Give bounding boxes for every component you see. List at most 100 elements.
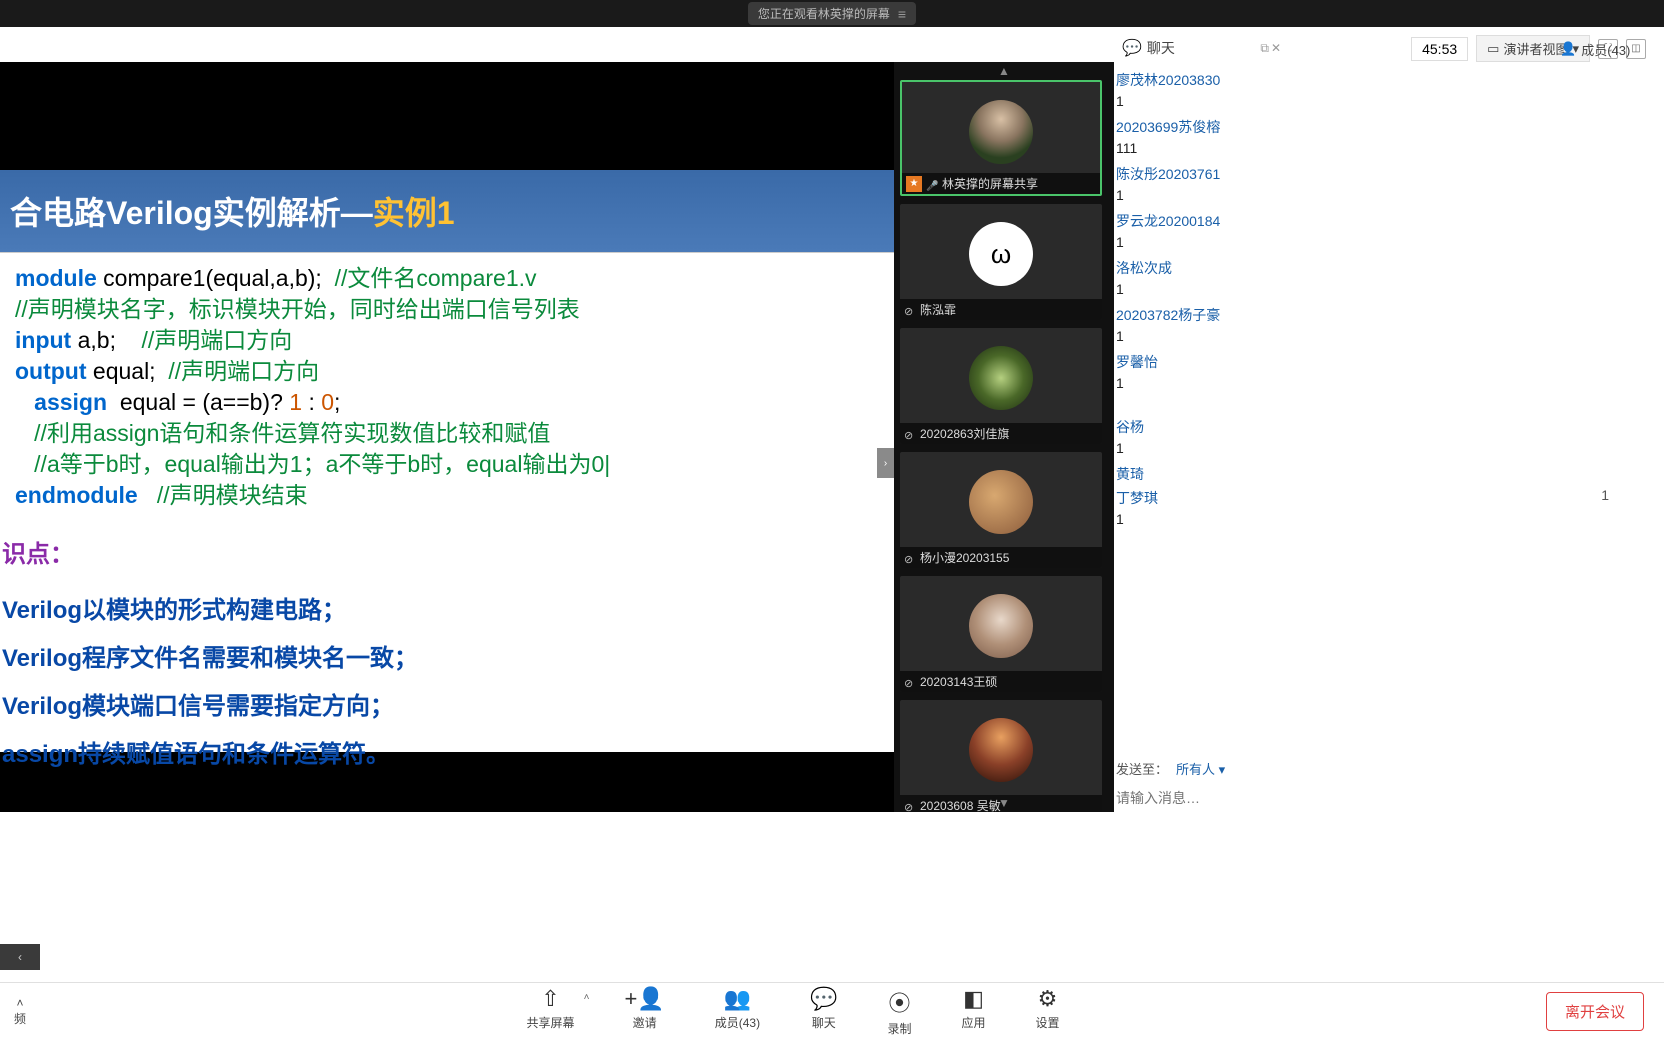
- avatar: [969, 718, 1033, 782]
- chat-tab-label: 聊天: [1147, 38, 1175, 58]
- avatar: [969, 470, 1033, 534]
- slide-title: 合电路Verilog实例解析—实例1: [0, 170, 894, 252]
- chat-sender: 廖茂林20203830: [1114, 68, 1646, 92]
- chat-sender: 洛松次成: [1114, 256, 1646, 280]
- toolbar-invite-button[interactable]: +👤邀请: [624, 986, 664, 1037]
- apps-icon: ◧: [963, 986, 984, 1012]
- chat-message: 1: [1114, 374, 1646, 397]
- page-nav-prev[interactable]: ‹: [0, 944, 40, 970]
- participant-name: 林英撑的屏幕共享: [942, 175, 1038, 192]
- chat-sender: 陈汝彤20203761: [1114, 162, 1646, 186]
- host-badge-icon: ★: [906, 176, 922, 192]
- chat-message: 111: [1114, 139, 1646, 162]
- chat-message: 1: [1114, 327, 1646, 350]
- chat-message: 1: [1599, 486, 1611, 509]
- share-icon: ⇧: [541, 986, 559, 1012]
- shared-screen-area: 合电路Verilog实例解析—实例1 module compare1(equal…: [0, 62, 894, 812]
- knowledge-points: 识点： Verilog以模块的形式构建电路； Verilog程序文件名需要和模块…: [0, 521, 894, 789]
- chat-input[interactable]: [1114, 784, 1646, 812]
- top-bar: 您正在观看林英撑的屏幕 ≡: [0, 0, 1664, 27]
- gear-icon: ⚙: [1038, 986, 1058, 1012]
- chat-message: 1: [1114, 280, 1646, 303]
- tile-label: ★ 林英撑的屏幕共享: [902, 173, 1100, 194]
- video-tile[interactable]: 20202863刘佳旗: [900, 328, 1102, 444]
- mic-on-icon: [926, 178, 938, 190]
- participant-name: 20203608 吴敏: [920, 797, 1001, 812]
- chat-message: 1: [1114, 92, 1646, 115]
- toolbar-record-button[interactable]: ⦿录制: [887, 986, 911, 1037]
- avatar: [969, 594, 1033, 658]
- chat-icon: 💬: [810, 986, 837, 1012]
- avatar: ω: [969, 222, 1033, 286]
- avatar: [969, 346, 1033, 410]
- chat-sender: 罗云龙20200184: [1114, 209, 1646, 233]
- banner-text: 您正在观看林英撑的屏幕: [758, 5, 890, 22]
- mic-muted-icon: [904, 676, 916, 688]
- chat-tab[interactable]: 💬 聊天 ⧉ ✕: [1114, 35, 1289, 63]
- slide: 合电路Verilog实例解析—实例1 module compare1(equal…: [0, 170, 894, 752]
- toolbar-label: 共享屏幕: [526, 1014, 574, 1031]
- participant-name: 20203143王硕: [920, 673, 997, 690]
- bottom-toolbar: ˄ 频 ⇧˄共享屏幕+👤邀请👥成员(43)💬聊天⦿录制◧应用⚙设置 离开会议: [0, 982, 1664, 1040]
- audio-control[interactable]: ˄ 频: [0, 996, 40, 1027]
- toolbar-label: 聊天: [812, 1014, 836, 1031]
- screen-share-banner: 您正在观看林英撑的屏幕 ≡: [748, 2, 916, 25]
- video-tile[interactable]: ω 陈泓霏: [900, 204, 1102, 320]
- point-3: Verilog模块端口信号需要指定方向；: [2, 683, 892, 731]
- tile-label: 陈泓霏: [900, 299, 1102, 320]
- point-2: Verilog程序文件名需要和模块名一致；: [2, 635, 892, 683]
- point-4: assign持续赋值语句和条件运算符。: [2, 731, 892, 779]
- avatar: [969, 100, 1033, 164]
- toolbar-label: 应用: [961, 1014, 985, 1031]
- toolbar-share-button[interactable]: ⇧˄共享屏幕: [526, 986, 574, 1037]
- chat-message: 1: [1114, 510, 1646, 533]
- chat-sendto: 发送至： 所有人 ▾: [1114, 753, 1646, 784]
- chevron-up-icon[interactable]: ˄: [584, 992, 590, 1003]
- video-tile[interactable]: 杨小漫20203155: [900, 452, 1102, 568]
- banner-menu-icon[interactable]: ≡: [898, 6, 906, 22]
- code-block: module compare1(equal,a,b); //文件名compare…: [0, 252, 894, 521]
- tile-label: 20202863刘佳旗: [900, 423, 1102, 444]
- video-tile[interactable]: 20203143王硕: [900, 576, 1102, 692]
- video-gallery: ▲ ★ 林英撑的屏幕共享 ω 陈泓霏 20202863刘佳旗杨小漫20203155 202…: [894, 62, 1114, 812]
- gallery-scroll-down[interactable]: ▼: [998, 796, 1010, 810]
- mic-muted-icon: [904, 552, 916, 564]
- point-1: Verilog以模块的形式构建电路；: [2, 587, 892, 635]
- popout-icon[interactable]: ⧉: [1260, 41, 1269, 56]
- toolbar-label: 设置: [1036, 1014, 1060, 1031]
- collapse-handle[interactable]: ›: [877, 448, 894, 478]
- points-header: 识点：: [2, 531, 892, 579]
- participant-name: 杨小漫20203155: [920, 549, 1009, 566]
- chat-sender: 丁梦琪: [1114, 486, 1646, 510]
- members-tab[interactable]: 👤 成员(43): [1554, 35, 1646, 63]
- members-icon: 👥: [724, 986, 751, 1012]
- toolbar-members-button[interactable]: 👥 成员(43): [715, 986, 760, 1037]
- tile-label: 杨小漫20203155: [900, 547, 1102, 568]
- chat-icon: 💬: [1122, 38, 1142, 58]
- meeting-timer: 45:53: [1411, 37, 1468, 61]
- participant-name: 陈泓霏: [920, 301, 956, 318]
- members-icon: 👤: [1560, 41, 1576, 57]
- participant-name: 20202863刘佳旗: [920, 425, 1009, 442]
- toolbar-settings-button[interactable]: ⚙ 设置: [1036, 986, 1060, 1037]
- tile-label: 20203143王硕: [900, 671, 1102, 692]
- chevron-up-icon: ˄: [16, 996, 23, 1010]
- toolbar-apps-button[interactable]: ◧ 应用: [961, 986, 985, 1037]
- chat-sender: 罗馨怡: [1114, 350, 1646, 374]
- close-icon[interactable]: ✕: [1271, 41, 1281, 56]
- leave-meeting-button[interactable]: 离开会议: [1546, 992, 1644, 1031]
- sendto-dropdown[interactable]: 所有人 ▾: [1176, 759, 1225, 778]
- gallery-scroll-up[interactable]: ▲: [998, 64, 1010, 78]
- chat-sender: 20203699苏俊榕: [1114, 115, 1646, 139]
- chat-sender: 谷杨: [1114, 415, 1646, 439]
- chat-message: 1: [1114, 439, 1646, 462]
- toolbar-label: 成员(43): [715, 1014, 760, 1031]
- chat-sender: 黄琦: [1114, 462, 1646, 486]
- video-tile[interactable]: ★ 林英撑的屏幕共享: [900, 80, 1102, 196]
- toolbar-chat-button[interactable]: 💬 聊天: [810, 986, 837, 1037]
- chat-messages: 廖茂林20203830120203699苏俊榕111陈汝彤202037611罗云…: [1114, 62, 1646, 753]
- chat-message: 1: [1114, 186, 1646, 209]
- chat-sender: 20203782杨子豪: [1114, 303, 1646, 327]
- record-icon: ⦿: [888, 986, 910, 1018]
- mic-muted-icon: [904, 428, 916, 440]
